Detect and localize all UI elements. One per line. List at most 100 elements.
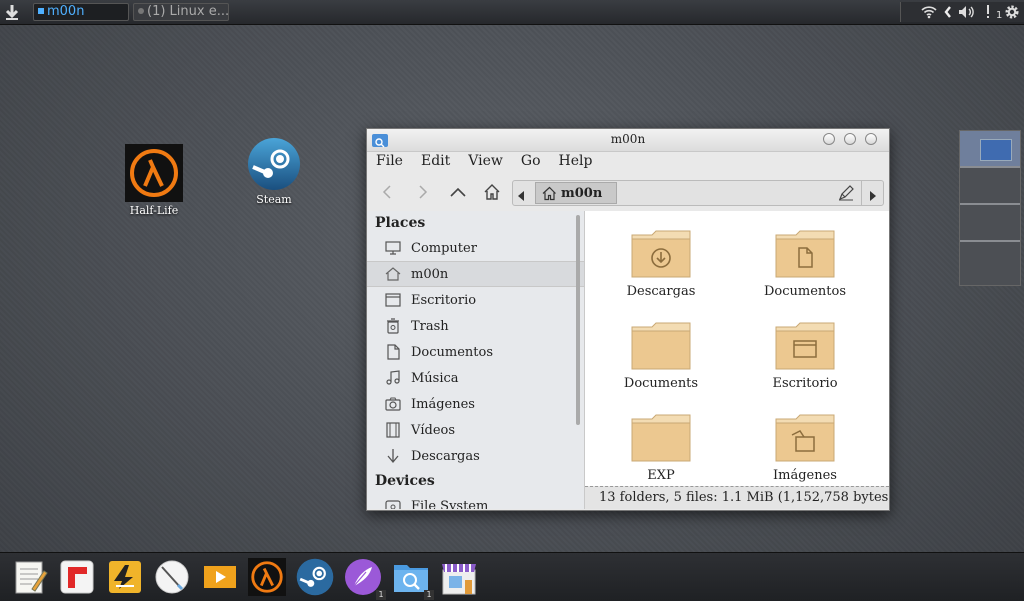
window-titlebar[interactable]: m00n — [367, 129, 889, 152]
notification-icon[interactable]: 1 — [986, 4, 1002, 23]
inkscape-icon — [109, 561, 141, 593]
text-editor-icon — [15, 561, 48, 594]
task-label: (1) Linux e... — [147, 4, 229, 19]
sidebar-item-videos[interactable]: Vídeos — [367, 417, 584, 443]
sidebar-item-escritorio[interactable]: Escritorio — [367, 287, 584, 313]
dock-steam[interactable] — [296, 558, 334, 596]
toolbar: m00n — [367, 173, 889, 211]
home-icon — [385, 266, 401, 282]
sidebar-item-musica[interactable]: Música — [367, 365, 584, 391]
close-button[interactable] — [865, 133, 877, 145]
music-icon — [385, 370, 401, 386]
dock-feather[interactable]: 1 — [344, 558, 386, 600]
sidebar-item-computer[interactable]: Computer — [367, 235, 584, 261]
workspace-3[interactable] — [960, 205, 1020, 242]
chevron-left-icon — [382, 185, 391, 199]
window-thumbnail — [980, 139, 1012, 161]
menu-view[interactable]: View — [459, 151, 512, 173]
dock-software-store[interactable] — [440, 558, 478, 596]
dock-drawing[interactable] — [153, 558, 191, 596]
sidebar-item-descargas[interactable]: Descargas — [367, 443, 584, 469]
path-scroll-right-button[interactable] — [869, 187, 877, 206]
path-crumb-label: m00n — [561, 185, 603, 201]
menu-help[interactable]: Help — [550, 151, 602, 173]
sidebar-item-file-system[interactable]: File System — [367, 493, 584, 509]
taskbar-item-m00n[interactable]: m00n — [33, 3, 129, 21]
file-name: Documentos — [763, 284, 847, 299]
folder-pictures-icon — [775, 414, 835, 462]
folder-icon — [631, 322, 691, 370]
half-life-icon — [125, 144, 183, 202]
file-manager-window: m00n File Edit View Go Help m00n Places … — [366, 128, 890, 511]
sidebar-item-trash[interactable]: Trash — [367, 313, 584, 339]
file-item-documents[interactable]: Documents — [601, 321, 721, 391]
media-player-icon — [204, 566, 236, 588]
dock-file-manager[interactable]: 1 — [392, 558, 434, 600]
sidebar-item-label: Imágenes — [411, 396, 475, 412]
menu-go[interactable]: Go — [512, 151, 550, 173]
file-name: Imágenes — [773, 468, 837, 483]
document-icon — [385, 344, 401, 360]
dock: 1 1 — [0, 552, 1024, 601]
sidebar-item-label: Documentos — [411, 344, 494, 360]
chevron-left-icon[interactable] — [944, 5, 952, 23]
computer-icon — [385, 240, 401, 256]
download-arrow-icon[interactable] — [2, 2, 22, 22]
edit-location-button[interactable] — [837, 184, 855, 206]
workspace-1[interactable] — [960, 131, 1020, 168]
dock-inkscape[interactable] — [106, 558, 144, 596]
workspace-4[interactable] — [960, 242, 1020, 279]
task-label: m00n — [47, 4, 85, 19]
flipboard-icon — [60, 560, 94, 594]
dock-flipboard[interactable] — [58, 558, 96, 596]
sidebar-item-imagenes[interactable]: Imágenes — [367, 391, 584, 417]
dock-badge: 1 — [424, 590, 434, 600]
dock-media-player[interactable] — [201, 558, 239, 596]
workspace-2[interactable] — [960, 168, 1020, 205]
sidebar-item-label: File System — [411, 498, 489, 510]
desktop-icon-label: Steam — [256, 193, 292, 206]
home-icon — [542, 186, 556, 200]
file-item-imagenes[interactable]: Imágenes — [745, 413, 865, 483]
window-icon — [38, 8, 44, 14]
desktop-icon-label: Half-Life — [129, 204, 179, 217]
path-crumb-home[interactable]: m00n — [535, 182, 617, 204]
path-scroll-left-button[interactable] — [517, 187, 525, 206]
gear-icon[interactable] — [1004, 4, 1020, 24]
drawing-icon — [155, 560, 189, 594]
volume-icon[interactable] — [957, 4, 977, 24]
file-item-escritorio[interactable]: Escritorio — [745, 321, 865, 391]
browser-icon — [138, 8, 144, 14]
sidebar-header-places: Places — [375, 215, 426, 231]
taskbar-item-browser[interactable]: (1) Linux e... — [133, 3, 229, 21]
notification-count: 1 — [996, 10, 1003, 21]
pencil-icon — [838, 185, 854, 201]
home-button[interactable] — [480, 182, 504, 202]
maximize-button[interactable] — [844, 133, 856, 145]
chevron-up-icon — [450, 187, 466, 197]
sidebar-scrollbar[interactable] — [576, 215, 580, 425]
menu-edit[interactable]: Edit — [412, 151, 459, 173]
sidebar: Places Computer m00n Escritorio Trash Do… — [367, 211, 585, 509]
file-item-exp[interactable]: EXP — [601, 413, 721, 483]
desktop-icon-steam[interactable]: Steam — [234, 137, 314, 206]
forward-button[interactable] — [411, 182, 435, 202]
dock-text-editor[interactable] — [11, 558, 49, 596]
sidebar-item-label: Escritorio — [411, 292, 477, 308]
file-item-documentos[interactable]: Documentos — [745, 229, 865, 299]
file-item-descargas[interactable]: Descargas — [601, 229, 721, 299]
workspace-pager — [959, 130, 1021, 286]
dock-half-life[interactable] — [248, 558, 286, 596]
minimize-button[interactable] — [823, 133, 835, 145]
file-name: Escritorio — [772, 376, 838, 391]
sidebar-item-documentos[interactable]: Documentos — [367, 339, 584, 365]
sidebar-item-label: Computer — [411, 240, 477, 256]
sidebar-item-label: Música — [411, 370, 459, 386]
wifi-icon[interactable] — [921, 5, 937, 23]
back-button[interactable] — [375, 182, 399, 202]
menu-file[interactable]: File — [367, 151, 412, 173]
sidebar-item-home[interactable]: m00n — [367, 261, 584, 287]
desktop-icon-half-life[interactable]: Half-Life — [114, 144, 194, 217]
path-separator — [861, 181, 862, 205]
up-button[interactable] — [446, 182, 470, 202]
